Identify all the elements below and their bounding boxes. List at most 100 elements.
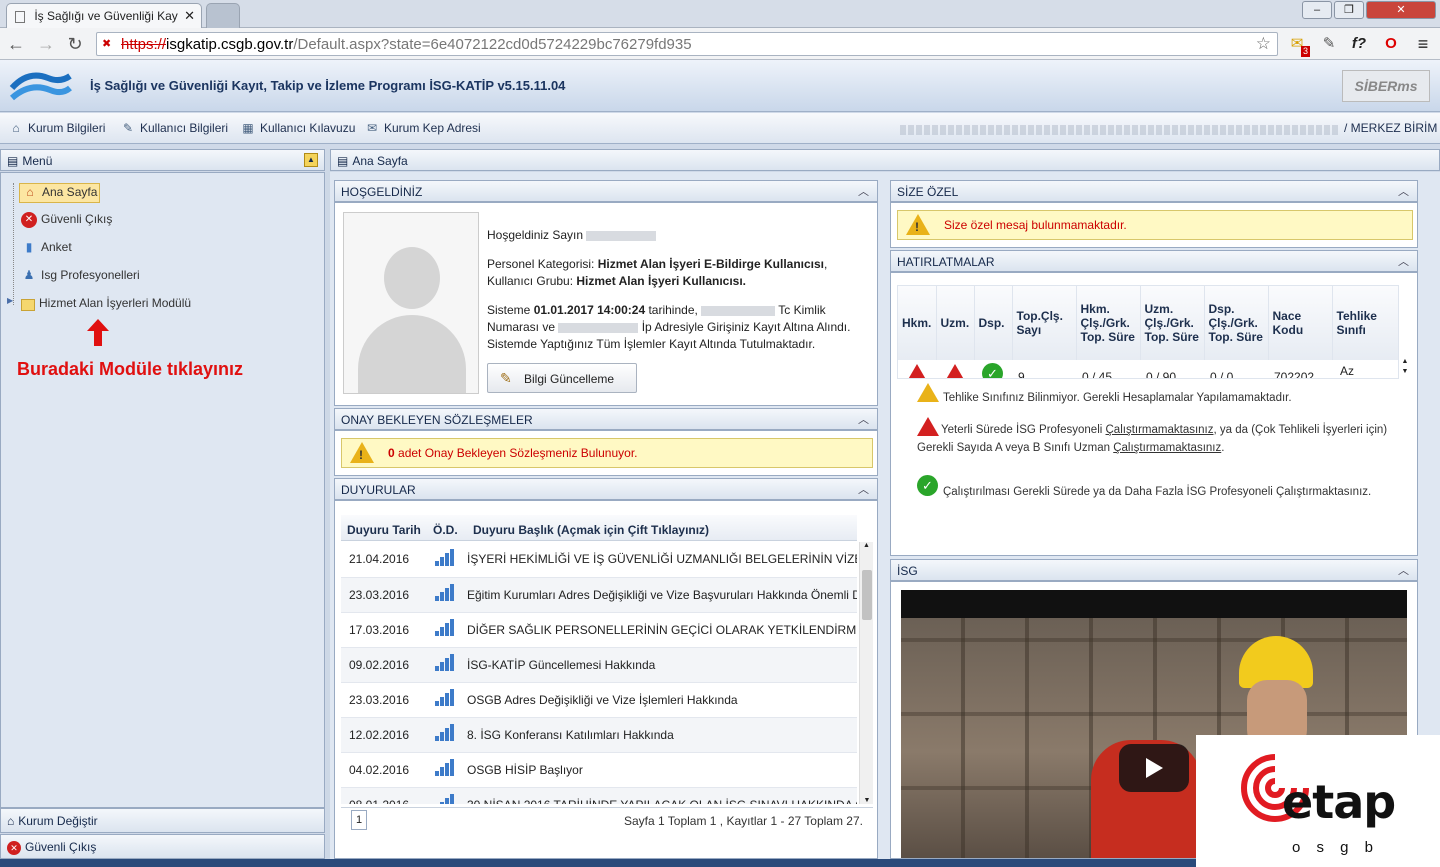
- menu-kurum-bilgileri[interactable]: ⌂ Kurum Bilgileri: [8, 121, 105, 135]
- category-line: Personel Kategorisi: Hizmet Alan İşyeri …: [487, 256, 867, 290]
- reminders-column-header[interactable]: Hkm.: [898, 286, 937, 360]
- scroll-up-icon[interactable]: ▲: [860, 542, 873, 549]
- reload-icon[interactable]: ↻: [63, 32, 87, 56]
- welcome-header: HOŞGELDİNİZ ︿: [334, 180, 878, 202]
- collapse-icon[interactable]: ︿: [858, 411, 869, 427]
- scroll-thumb[interactable]: [862, 570, 872, 620]
- collapse-icon[interactable]: ︿: [1398, 562, 1409, 578]
- announcements-scrollbar[interactable]: ▲ ▼: [859, 542, 873, 804]
- isg-title: İSG: [897, 564, 918, 578]
- legend-yellow: Tehlike Sınıfınız Bilinmiyor. Gerekli He…: [915, 383, 1405, 404]
- minimize-icon[interactable]: –: [1302, 1, 1332, 19]
- reminders-column-header[interactable]: Uzm. Çlş./Grk. Top. Süre: [1140, 286, 1205, 360]
- sidebar-item-isg-profesyonelleri[interactable]: ♟ Isg Profesyonelleri: [21, 268, 140, 284]
- button-label: Bilgi Güncelleme: [524, 372, 615, 386]
- sidebar-item-label: Anket: [41, 240, 72, 255]
- reminders-column-header[interactable]: Dsp. Çlş./Grk. Top. Süre: [1204, 286, 1269, 360]
- legend-red-link-2[interactable]: Çalıştırmamaktasınız: [1113, 442, 1221, 454]
- table-row[interactable]: 21.04.2016 İŞYERİ HEKİMLİĞİ VE İŞ GÜVENLİ…: [341, 542, 857, 578]
- sidebar-footer-kurum-degistir[interactable]: ⌂ Kurum Değiştir: [0, 808, 325, 833]
- col-duyuru-baslik[interactable]: Duyuru Başlık (Açmak için Çift Tıklayını…: [473, 523, 709, 537]
- table-row[interactable]: 12.02.2016 8. İSG Konferansı Katılımları …: [341, 717, 857, 753]
- reminders-column-header[interactable]: Top.Çlş. Sayı: [1012, 286, 1077, 360]
- app-title: İş Sağlığı ve Güvenliği Kayıt, Takip ve …: [90, 78, 566, 93]
- org-unit-label: / MERKEZ BİRİM: [1344, 121, 1438, 135]
- reminders-data-row[interactable]: ✓ 9 0 / 45 0 / 90 0 / 0 702202 Az: [898, 360, 1398, 378]
- check-icon: ✓: [917, 475, 938, 496]
- signal-bars-icon: [435, 548, 455, 566]
- contracts-warning: 0 adet Onay Bekleyen Sözleşmeniz Bulunuy…: [341, 438, 873, 468]
- table-row[interactable]: 04.02.2016 OSGB HİSİP Başlıyor: [341, 752, 857, 788]
- pager-divider: [341, 807, 873, 808]
- page-number-input[interactable]: 1: [351, 810, 367, 830]
- close-tab-icon[interactable]: ✕: [184, 8, 195, 24]
- sidebar-item-hizmet-alan-isyerleri[interactable]: ▶ Hizmet Alan İşyerleri Modülü: [7, 296, 191, 311]
- contracts-count: 0: [388, 446, 395, 460]
- browser-menu-icon[interactable]: ≡: [1412, 33, 1434, 55]
- sidebar-item-label: Isg Profesyonelleri: [41, 268, 140, 283]
- special-header: SİZE ÖZEL ︿: [890, 180, 1418, 202]
- collapse-icon[interactable]: ︿: [858, 183, 869, 199]
- restore-icon[interactable]: ❐: [1334, 1, 1364, 19]
- forward-arrow-icon[interactable]: →: [34, 32, 58, 56]
- app-header: İş Sağlığı ve Güvenliği Kayıt, Takip ve …: [0, 60, 1440, 112]
- reminders-grid: Hkm. Uzm. Dsp. Top.Çlş. Sayı Hkm. Çlş./Grk. …: [897, 285, 1399, 379]
- sidebar-item-ana-sayfa[interactable]: ⌂ Ana Sayfa: [19, 183, 101, 203]
- menu-label: Kurum Bilgileri: [28, 121, 106, 135]
- scroll-down-icon[interactable]: ▼: [860, 797, 874, 804]
- menu-kurum-kep-adresi[interactable]: ✉ Kurum Kep Adresi: [364, 121, 481, 135]
- play-button-icon[interactable]: [1119, 744, 1189, 792]
- back-arrow-icon[interactable]: ←: [4, 32, 28, 56]
- cell-date: 17.03.2016: [341, 612, 427, 648]
- sidebar-item-anket[interactable]: ▮ Anket: [21, 240, 72, 256]
- menu-kullanici-kilavuzu[interactable]: ▦ Kullanıcı Kılavuzu: [240, 121, 355, 135]
- reminders-column-header[interactable]: Tehlike Sınıfı: [1332, 286, 1398, 360]
- sidebar-title: Menü: [22, 154, 53, 168]
- collapse-icon[interactable]: ︿: [1398, 183, 1409, 199]
- ministry-logo-icon: [9, 72, 72, 101]
- close-window-icon[interactable]: ✕: [1366, 1, 1436, 19]
- expand-arrow-icon[interactable]: ▶: [7, 296, 13, 305]
- font-finder-icon[interactable]: f?: [1348, 33, 1370, 55]
- sidebar-footer-guvenli-cikis[interactable]: ✕ Güvenli Çıkış: [0, 834, 325, 859]
- bilgi-guncelleme-button[interactable]: ✎ Bilgi Güncelleme: [487, 363, 637, 393]
- mail-icon[interactable]: ✉ 3: [1286, 33, 1310, 57]
- sidebar-item-guvenli-cikis[interactable]: ✕ Güvenli Çıkış: [21, 212, 112, 228]
- collapse-icon[interactable]: ︿: [858, 481, 869, 497]
- opera-icon[interactable]: O: [1380, 33, 1402, 55]
- reminders-column-header[interactable]: Hkm. Çlş./Grk. Top. Süre: [1076, 286, 1141, 360]
- contracts-message: adet Onay Bekleyen Sözleşmeniz Bulunuyor…: [394, 446, 638, 460]
- reminders-header: HATIRLATMALAR ︿: [890, 250, 1418, 272]
- collapse-icon[interactable]: ︿: [1398, 253, 1409, 269]
- cell-od: [427, 752, 467, 788]
- col-od[interactable]: Ö.D.: [433, 523, 458, 537]
- cell-date: 23.03.2016: [341, 682, 427, 718]
- table-row[interactable]: 23.03.2016 OSGB Adres Değişikliği ve Vize…: [341, 682, 857, 718]
- tab-ana-sayfa[interactable]: Ana Sayfa: [352, 154, 407, 168]
- bookmark-star-icon[interactable]: ☆: [1256, 34, 1271, 54]
- eyedropper-icon[interactable]: ✎: [1318, 33, 1340, 55]
- footer-label: Kurum Değiştir: [18, 814, 98, 828]
- table-row[interactable]: 23.03.2016 Eğitim Kurumları Adres Değişik…: [341, 577, 857, 613]
- danger-icon: [917, 417, 939, 436]
- cell-title: DİĞER SAĞLIK PERSONELLERİNİN GEÇİCİ OLAR…: [467, 612, 857, 648]
- collapse-sidebar-icon[interactable]: ▲: [304, 153, 318, 167]
- table-row[interactable]: 09.02.2016 İSG-KATİP Güncellemesi Hakkınd…: [341, 647, 857, 683]
- browser-tab-active[interactable]: İş Sağlığı ve Güvenliği Kay ✕: [6, 3, 202, 28]
- siber-logo: SİBERms: [1342, 70, 1430, 102]
- browser-tab-bar: İş Sağlığı ve Güvenliği Kay ✕ – ❐ ✕: [0, 0, 1440, 28]
- legend-red-link-1[interactable]: Çalıştırmamaktasınız: [1106, 424, 1214, 436]
- reminders-column-header[interactable]: Uzm.: [936, 286, 975, 360]
- table-row[interactable]: 08.01.2016 30 NİSAN 2016 TARİHİNDE YAPILA…: [341, 787, 857, 804]
- reminders-column-header[interactable]: Dsp.: [974, 286, 1013, 360]
- new-tab-button[interactable]: [206, 3, 240, 28]
- table-row[interactable]: 17.03.2016 DİĞER SAĞLIK PERSONELLERİNİN G…: [341, 612, 857, 648]
- address-bar[interactable]: ✖ https://isgkatip.csgb.gov.tr/Default.a…: [96, 32, 1278, 56]
- menu-kullanici-bilgileri[interactable]: ✎ Kullanıcı Bilgileri: [120, 121, 228, 135]
- contracts-header: ONAY BEKLEYEN SÖZLEŞMELER ︿: [334, 408, 878, 430]
- play-triangle: [1146, 758, 1163, 778]
- reminders-column-header[interactable]: Nace Kodu: [1268, 286, 1333, 360]
- reminders-scrollbar[interactable]: ▲ ▼: [1399, 357, 1411, 379]
- uzm-danger-icon: [944, 364, 966, 378]
- col-duyuru-tarih[interactable]: Duyuru Tarih: [347, 523, 421, 537]
